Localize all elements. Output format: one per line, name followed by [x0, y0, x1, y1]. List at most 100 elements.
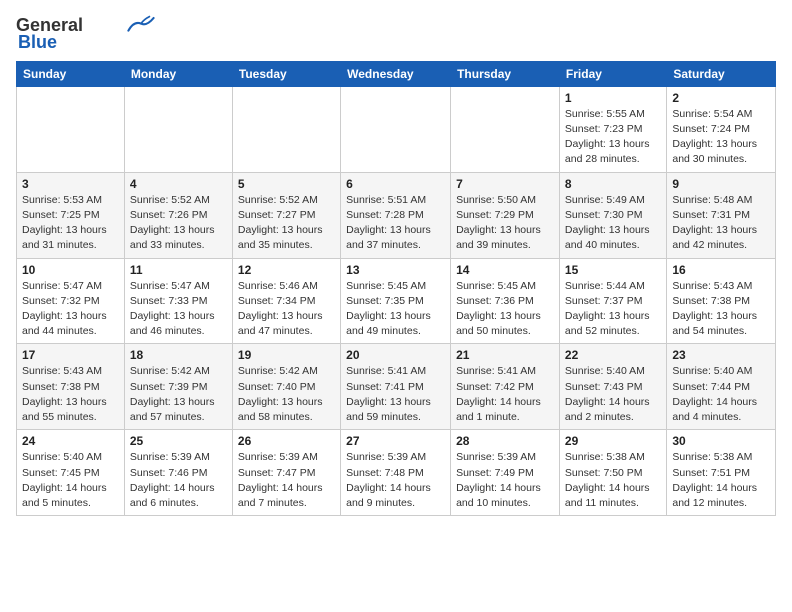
calendar-table: SundayMondayTuesdayWednesdayThursdayFrid…	[16, 61, 776, 516]
day-info: Sunrise: 5:45 AM Sunset: 7:36 PM Dayligh…	[456, 279, 554, 340]
calendar-cell: 23 Sunrise: 5:40 AM Sunset: 7:44 PM Dayli…	[667, 344, 776, 430]
day-info: Sunrise: 5:51 AM Sunset: 7:28 PM Dayligh…	[346, 193, 445, 254]
day-info: Sunrise: 5:40 AM Sunset: 7:45 PM Dayligh…	[22, 450, 119, 511]
day-header-thursday: Thursday	[451, 61, 560, 86]
calendar-week-row: 3Sunrise: 5:53 AM Sunset: 7:25 PM Daylig…	[17, 172, 776, 258]
calendar-cell: 24 Sunrise: 5:40 AM Sunset: 7:45 PM Dayli…	[17, 430, 125, 516]
day-number: 29	[565, 434, 661, 448]
day-info: Sunrise: 5:44 AM Sunset: 7:37 PM Dayligh…	[565, 279, 661, 340]
day-header-friday: Friday	[559, 61, 666, 86]
calendar-cell: 3Sunrise: 5:53 AM Sunset: 7:25 PM Daylig…	[17, 172, 125, 258]
calendar-week-row: 17 Sunrise: 5:43 AM Sunset: 7:38 PM Dayli…	[17, 344, 776, 430]
calendar-week-row: 24 Sunrise: 5:40 AM Sunset: 7:45 PM Dayli…	[17, 430, 776, 516]
calendar-cell: 21 Sunrise: 5:41 AM Sunset: 7:42 PM Dayli…	[451, 344, 560, 430]
day-info: Sunrise: 5:38 AM Sunset: 7:51 PM Dayligh…	[672, 450, 770, 511]
day-number: 13	[346, 263, 445, 277]
calendar-cell: 28 Sunrise: 5:39 AM Sunset: 7:49 PM Dayli…	[451, 430, 560, 516]
day-info: Sunrise: 5:42 AM Sunset: 7:40 PM Dayligh…	[238, 364, 335, 425]
day-info: Sunrise: 5:55 AM Sunset: 7:23 PM Dayligh…	[565, 107, 661, 168]
day-number: 16	[672, 263, 770, 277]
calendar-cell	[232, 86, 340, 172]
day-number: 7	[456, 177, 554, 191]
day-number: 27	[346, 434, 445, 448]
calendar-cell: 19 Sunrise: 5:42 AM Sunset: 7:40 PM Dayli…	[232, 344, 340, 430]
calendar-cell	[17, 86, 125, 172]
day-number: 4	[130, 177, 227, 191]
logo: General Blue	[16, 16, 155, 53]
day-info: Sunrise: 5:43 AM Sunset: 7:38 PM Dayligh…	[672, 279, 770, 340]
day-number: 2	[672, 91, 770, 105]
calendar-cell: 8 Sunrise: 5:49 AM Sunset: 7:30 PM Daylig…	[559, 172, 666, 258]
day-info: Sunrise: 5:39 AM Sunset: 7:49 PM Dayligh…	[456, 450, 554, 511]
calendar-cell: 9Sunrise: 5:48 AM Sunset: 7:31 PM Daylig…	[667, 172, 776, 258]
day-info: Sunrise: 5:41 AM Sunset: 7:41 PM Dayligh…	[346, 364, 445, 425]
day-number: 30	[672, 434, 770, 448]
day-info: Sunrise: 5:49 AM Sunset: 7:30 PM Dayligh…	[565, 193, 661, 254]
day-info: Sunrise: 5:38 AM Sunset: 7:50 PM Dayligh…	[565, 450, 661, 511]
day-header-saturday: Saturday	[667, 61, 776, 86]
calendar-header-row: SundayMondayTuesdayWednesdayThursdayFrid…	[17, 61, 776, 86]
day-number: 10	[22, 263, 119, 277]
calendar-cell: 26 Sunrise: 5:39 AM Sunset: 7:47 PM Dayli…	[232, 430, 340, 516]
calendar-cell: 25Sunrise: 5:39 AM Sunset: 7:46 PM Dayli…	[124, 430, 232, 516]
calendar-cell: 30 Sunrise: 5:38 AM Sunset: 7:51 PM Dayli…	[667, 430, 776, 516]
day-info: Sunrise: 5:39 AM Sunset: 7:47 PM Dayligh…	[238, 450, 335, 511]
day-number: 24	[22, 434, 119, 448]
calendar-cell: 15Sunrise: 5:44 AM Sunset: 7:37 PM Dayli…	[559, 258, 666, 344]
day-info: Sunrise: 5:46 AM Sunset: 7:34 PM Dayligh…	[238, 279, 335, 340]
day-number: 28	[456, 434, 554, 448]
day-header-tuesday: Tuesday	[232, 61, 340, 86]
day-info: Sunrise: 5:42 AM Sunset: 7:39 PM Dayligh…	[130, 364, 227, 425]
calendar-cell: 16 Sunrise: 5:43 AM Sunset: 7:38 PM Dayli…	[667, 258, 776, 344]
calendar-cell: 5Sunrise: 5:52 AM Sunset: 7:27 PM Daylig…	[232, 172, 340, 258]
day-info: Sunrise: 5:43 AM Sunset: 7:38 PM Dayligh…	[22, 364, 119, 425]
day-info: Sunrise: 5:39 AM Sunset: 7:48 PM Dayligh…	[346, 450, 445, 511]
calendar-cell: 18 Sunrise: 5:42 AM Sunset: 7:39 PM Dayli…	[124, 344, 232, 430]
calendar-cell: 4 Sunrise: 5:52 AM Sunset: 7:26 PM Daylig…	[124, 172, 232, 258]
day-number: 14	[456, 263, 554, 277]
day-number: 18	[130, 348, 227, 362]
day-number: 22	[565, 348, 661, 362]
day-info: Sunrise: 5:47 AM Sunset: 7:32 PM Dayligh…	[22, 279, 119, 340]
day-info: Sunrise: 5:40 AM Sunset: 7:43 PM Dayligh…	[565, 364, 661, 425]
calendar-cell: 22 Sunrise: 5:40 AM Sunset: 7:43 PM Dayli…	[559, 344, 666, 430]
calendar-week-row: 10 Sunrise: 5:47 AM Sunset: 7:32 PM Dayli…	[17, 258, 776, 344]
day-header-sunday: Sunday	[17, 61, 125, 86]
day-number: 5	[238, 177, 335, 191]
day-header-monday: Monday	[124, 61, 232, 86]
calendar-cell: 27 Sunrise: 5:39 AM Sunset: 7:48 PM Dayli…	[341, 430, 451, 516]
day-number: 8	[565, 177, 661, 191]
calendar-cell: 2 Sunrise: 5:54 AM Sunset: 7:24 PM Daylig…	[667, 86, 776, 172]
calendar-cell: 12 Sunrise: 5:46 AM Sunset: 7:34 PM Dayli…	[232, 258, 340, 344]
calendar-cell: 6 Sunrise: 5:51 AM Sunset: 7:28 PM Daylig…	[341, 172, 451, 258]
day-info: Sunrise: 5:41 AM Sunset: 7:42 PM Dayligh…	[456, 364, 554, 425]
day-info: Sunrise: 5:47 AM Sunset: 7:33 PM Dayligh…	[130, 279, 227, 340]
day-info: Sunrise: 5:54 AM Sunset: 7:24 PM Dayligh…	[672, 107, 770, 168]
day-info: Sunrise: 5:40 AM Sunset: 7:44 PM Dayligh…	[672, 364, 770, 425]
calendar-cell: 1Sunrise: 5:55 AM Sunset: 7:23 PM Daylig…	[559, 86, 666, 172]
calendar-cell: 29 Sunrise: 5:38 AM Sunset: 7:50 PM Dayli…	[559, 430, 666, 516]
logo-bird-icon	[127, 15, 155, 35]
day-number: 19	[238, 348, 335, 362]
day-info: Sunrise: 5:45 AM Sunset: 7:35 PM Dayligh…	[346, 279, 445, 340]
day-number: 17	[22, 348, 119, 362]
calendar-cell: 10 Sunrise: 5:47 AM Sunset: 7:32 PM Dayli…	[17, 258, 125, 344]
day-number: 12	[238, 263, 335, 277]
day-info: Sunrise: 5:50 AM Sunset: 7:29 PM Dayligh…	[456, 193, 554, 254]
calendar-cell: 14 Sunrise: 5:45 AM Sunset: 7:36 PM Dayli…	[451, 258, 560, 344]
day-number: 3	[22, 177, 119, 191]
day-number: 21	[456, 348, 554, 362]
day-info: Sunrise: 5:48 AM Sunset: 7:31 PM Dayligh…	[672, 193, 770, 254]
day-number: 23	[672, 348, 770, 362]
day-header-wednesday: Wednesday	[341, 61, 451, 86]
calendar-cell: 13 Sunrise: 5:45 AM Sunset: 7:35 PM Dayli…	[341, 258, 451, 344]
calendar-cell: 20 Sunrise: 5:41 AM Sunset: 7:41 PM Dayli…	[341, 344, 451, 430]
day-number: 20	[346, 348, 445, 362]
day-number: 6	[346, 177, 445, 191]
calendar-cell: 17 Sunrise: 5:43 AM Sunset: 7:38 PM Dayli…	[17, 344, 125, 430]
day-number: 26	[238, 434, 335, 448]
calendar-cell: 7 Sunrise: 5:50 AM Sunset: 7:29 PM Daylig…	[451, 172, 560, 258]
calendar-cell: 11Sunrise: 5:47 AM Sunset: 7:33 PM Dayli…	[124, 258, 232, 344]
day-info: Sunrise: 5:52 AM Sunset: 7:26 PM Dayligh…	[130, 193, 227, 254]
calendar-week-row: 1Sunrise: 5:55 AM Sunset: 7:23 PM Daylig…	[17, 86, 776, 172]
